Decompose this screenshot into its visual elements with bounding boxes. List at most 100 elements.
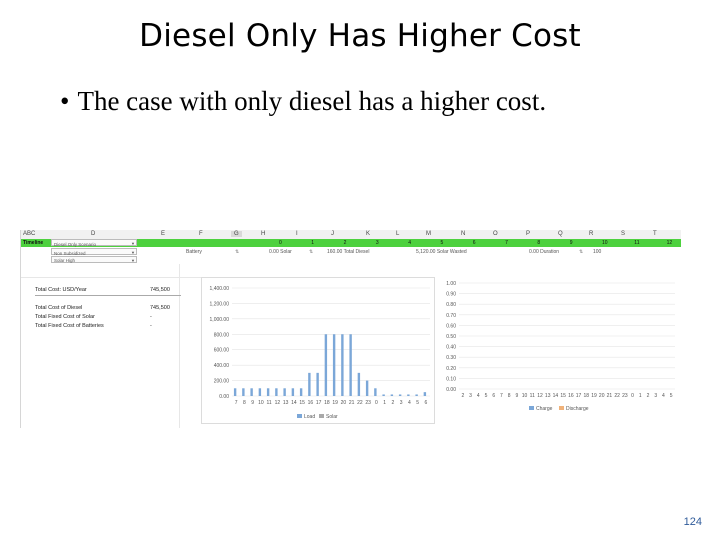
timeline-number: 12 xyxy=(666,240,673,246)
x-tick-label: 0 xyxy=(375,400,378,406)
y-tick-label: 0.90 xyxy=(446,292,456,298)
timeline-number: 3 xyxy=(375,240,379,246)
x-tick-label: 21 xyxy=(349,400,355,406)
summary-row: Total Cost of Diesel 745,500 xyxy=(35,305,170,311)
column-header[interactable]: J xyxy=(331,231,334,237)
spin-icon[interactable]: ⇅ xyxy=(235,249,239,255)
x-tick-label: 3 xyxy=(469,393,472,399)
x-tick-label: 5 xyxy=(416,400,419,406)
page-number: 124 xyxy=(683,516,702,528)
bullet-point: • The case with only diesel has a higher … xyxy=(60,86,546,117)
column-header[interactable]: C xyxy=(31,231,35,237)
column-header[interactable]: I xyxy=(296,231,298,237)
x-tick-label: 17 xyxy=(576,393,582,399)
column-header[interactable]: O xyxy=(493,231,498,237)
column-header[interactable]: G xyxy=(231,231,242,237)
x-tick-label: 6 xyxy=(492,393,495,399)
column-header[interactable]: L xyxy=(396,231,399,237)
subsidy-dropdown[interactable]: Non Subsidized ▼ xyxy=(51,248,137,256)
column-header[interactable]: K xyxy=(366,231,370,237)
y-tick-label: 0.70 xyxy=(446,313,456,319)
column-header[interactable]: M xyxy=(426,231,431,237)
legend-swatch xyxy=(319,414,324,418)
x-tick-label: 3 xyxy=(654,393,657,399)
y-tick-label: 0.30 xyxy=(446,355,456,361)
x-tick-label: 17 xyxy=(316,400,322,406)
divider xyxy=(35,295,181,296)
y-tick-label: 800.00 xyxy=(214,332,230,338)
bar xyxy=(275,388,278,396)
legend-label: Load xyxy=(304,414,315,420)
load-solar-chart-svg: 0.00 200.00 400.00 600.00 800.00 1,000.00 1,20… xyxy=(210,286,430,420)
battery-label: Battery xyxy=(186,249,202,255)
y-tick-label: 0.60 xyxy=(446,323,456,329)
solar-wasted-value: 5,120.00 Solar Wasted xyxy=(416,249,467,255)
timeline-number: 5 xyxy=(440,240,444,246)
spin-icon[interactable]: ⇅ xyxy=(309,249,313,255)
x-tick-label: 7 xyxy=(500,393,503,399)
x-tick-label: 19 xyxy=(591,393,597,399)
x-tick-label: 15 xyxy=(560,393,566,399)
column-header[interactable]: H xyxy=(261,231,265,237)
timeline-number: 1 xyxy=(311,240,315,246)
x-tick-label: 2 xyxy=(391,400,394,406)
timeline-number: 0 xyxy=(279,240,282,246)
bullet-text: The case with only diesel has a higher c… xyxy=(77,86,547,116)
x-tick-label: 8 xyxy=(508,393,511,399)
values-row: Non Subsidized ▼ Battery ⇅ 0.00 Solar ⇅ 1… xyxy=(21,248,681,256)
spreadsheet-screenshot: ABCDEFGHIJKLMNOPQRST Timeline Diesel Onl… xyxy=(20,230,681,428)
x-tick-label: 11 xyxy=(267,400,272,406)
timeline-label: Timeline xyxy=(23,240,44,246)
x-tick-label: 5 xyxy=(485,393,488,399)
timeline-number: 8 xyxy=(537,240,541,246)
x-tick-label: 13 xyxy=(283,400,289,406)
divider xyxy=(21,277,201,278)
spin-icon[interactable]: ⇅ xyxy=(579,249,583,255)
chevron-down-icon: ▼ xyxy=(131,258,135,263)
summary-row: Total Fixed Cost of Batteries - xyxy=(35,323,152,329)
legend-swatch xyxy=(559,406,564,410)
x-tick-label: 1 xyxy=(639,393,642,399)
solar-dropdown[interactable]: Solar High ▼ xyxy=(51,256,137,263)
x-tick-label: 9 xyxy=(251,400,254,406)
summary-row: Total Fixed Cost of Solar - xyxy=(35,314,152,320)
x-tick-label: 10 xyxy=(258,400,264,406)
timeline-number: 7 xyxy=(505,240,508,246)
legend-swatch xyxy=(297,414,302,418)
bar xyxy=(332,334,336,396)
summary-label: Total Cost of Diesel xyxy=(35,305,83,311)
x-tick-label: 0 xyxy=(631,393,634,399)
load-solar-chart[interactable]: 0.00 200.00 400.00 600.00 800.00 1,000.00 1,20… xyxy=(201,277,435,424)
y-tick-label: 400.00 xyxy=(214,363,230,369)
chevron-down-icon: ▼ xyxy=(131,250,135,255)
y-tick-label: 0.40 xyxy=(446,345,456,351)
bar xyxy=(374,388,377,396)
column-header[interactable]: P xyxy=(526,231,530,237)
battery-chart[interactable]: 0.00 0.10 0.20 0.30 0.40 0.50 0.60 0.70 0.80 0.90… xyxy=(437,277,681,422)
diesel-value: 160.00 Total Diesel xyxy=(327,249,370,255)
summary-value: - xyxy=(150,323,152,329)
column-header[interactable]: D xyxy=(91,231,95,237)
bar xyxy=(423,392,427,396)
summary-row: Total Cost: USD/Year 745,500 xyxy=(35,287,170,293)
column-header[interactable]: S xyxy=(621,231,625,237)
x-tick-label: 10 xyxy=(522,393,528,399)
column-header[interactable]: F xyxy=(199,231,203,237)
x-tick-label: 18 xyxy=(584,393,590,399)
y-tick-label: 0.00 xyxy=(446,387,456,393)
column-header[interactable]: E xyxy=(161,231,165,237)
x-tick-label: 23 xyxy=(622,393,628,399)
scenario-dropdown[interactable]: Diesel Only Scenario ▼ xyxy=(51,239,137,247)
column-header[interactable]: T xyxy=(653,231,657,237)
bar xyxy=(341,334,344,396)
y-tick-label: 0.00 xyxy=(219,394,229,400)
column-header[interactable]: Q xyxy=(558,231,563,237)
bar xyxy=(266,388,270,396)
column-header[interactable]: N xyxy=(461,231,465,237)
bar xyxy=(308,372,311,396)
y-tick-label: 1,400.00 xyxy=(210,286,230,292)
scenario-dropdown-value: Diesel Only Scenario xyxy=(54,242,97,247)
x-tick-label: 11 xyxy=(530,393,535,399)
duration-value: 0.00 Duration xyxy=(529,249,560,255)
column-header[interactable]: R xyxy=(589,231,593,237)
